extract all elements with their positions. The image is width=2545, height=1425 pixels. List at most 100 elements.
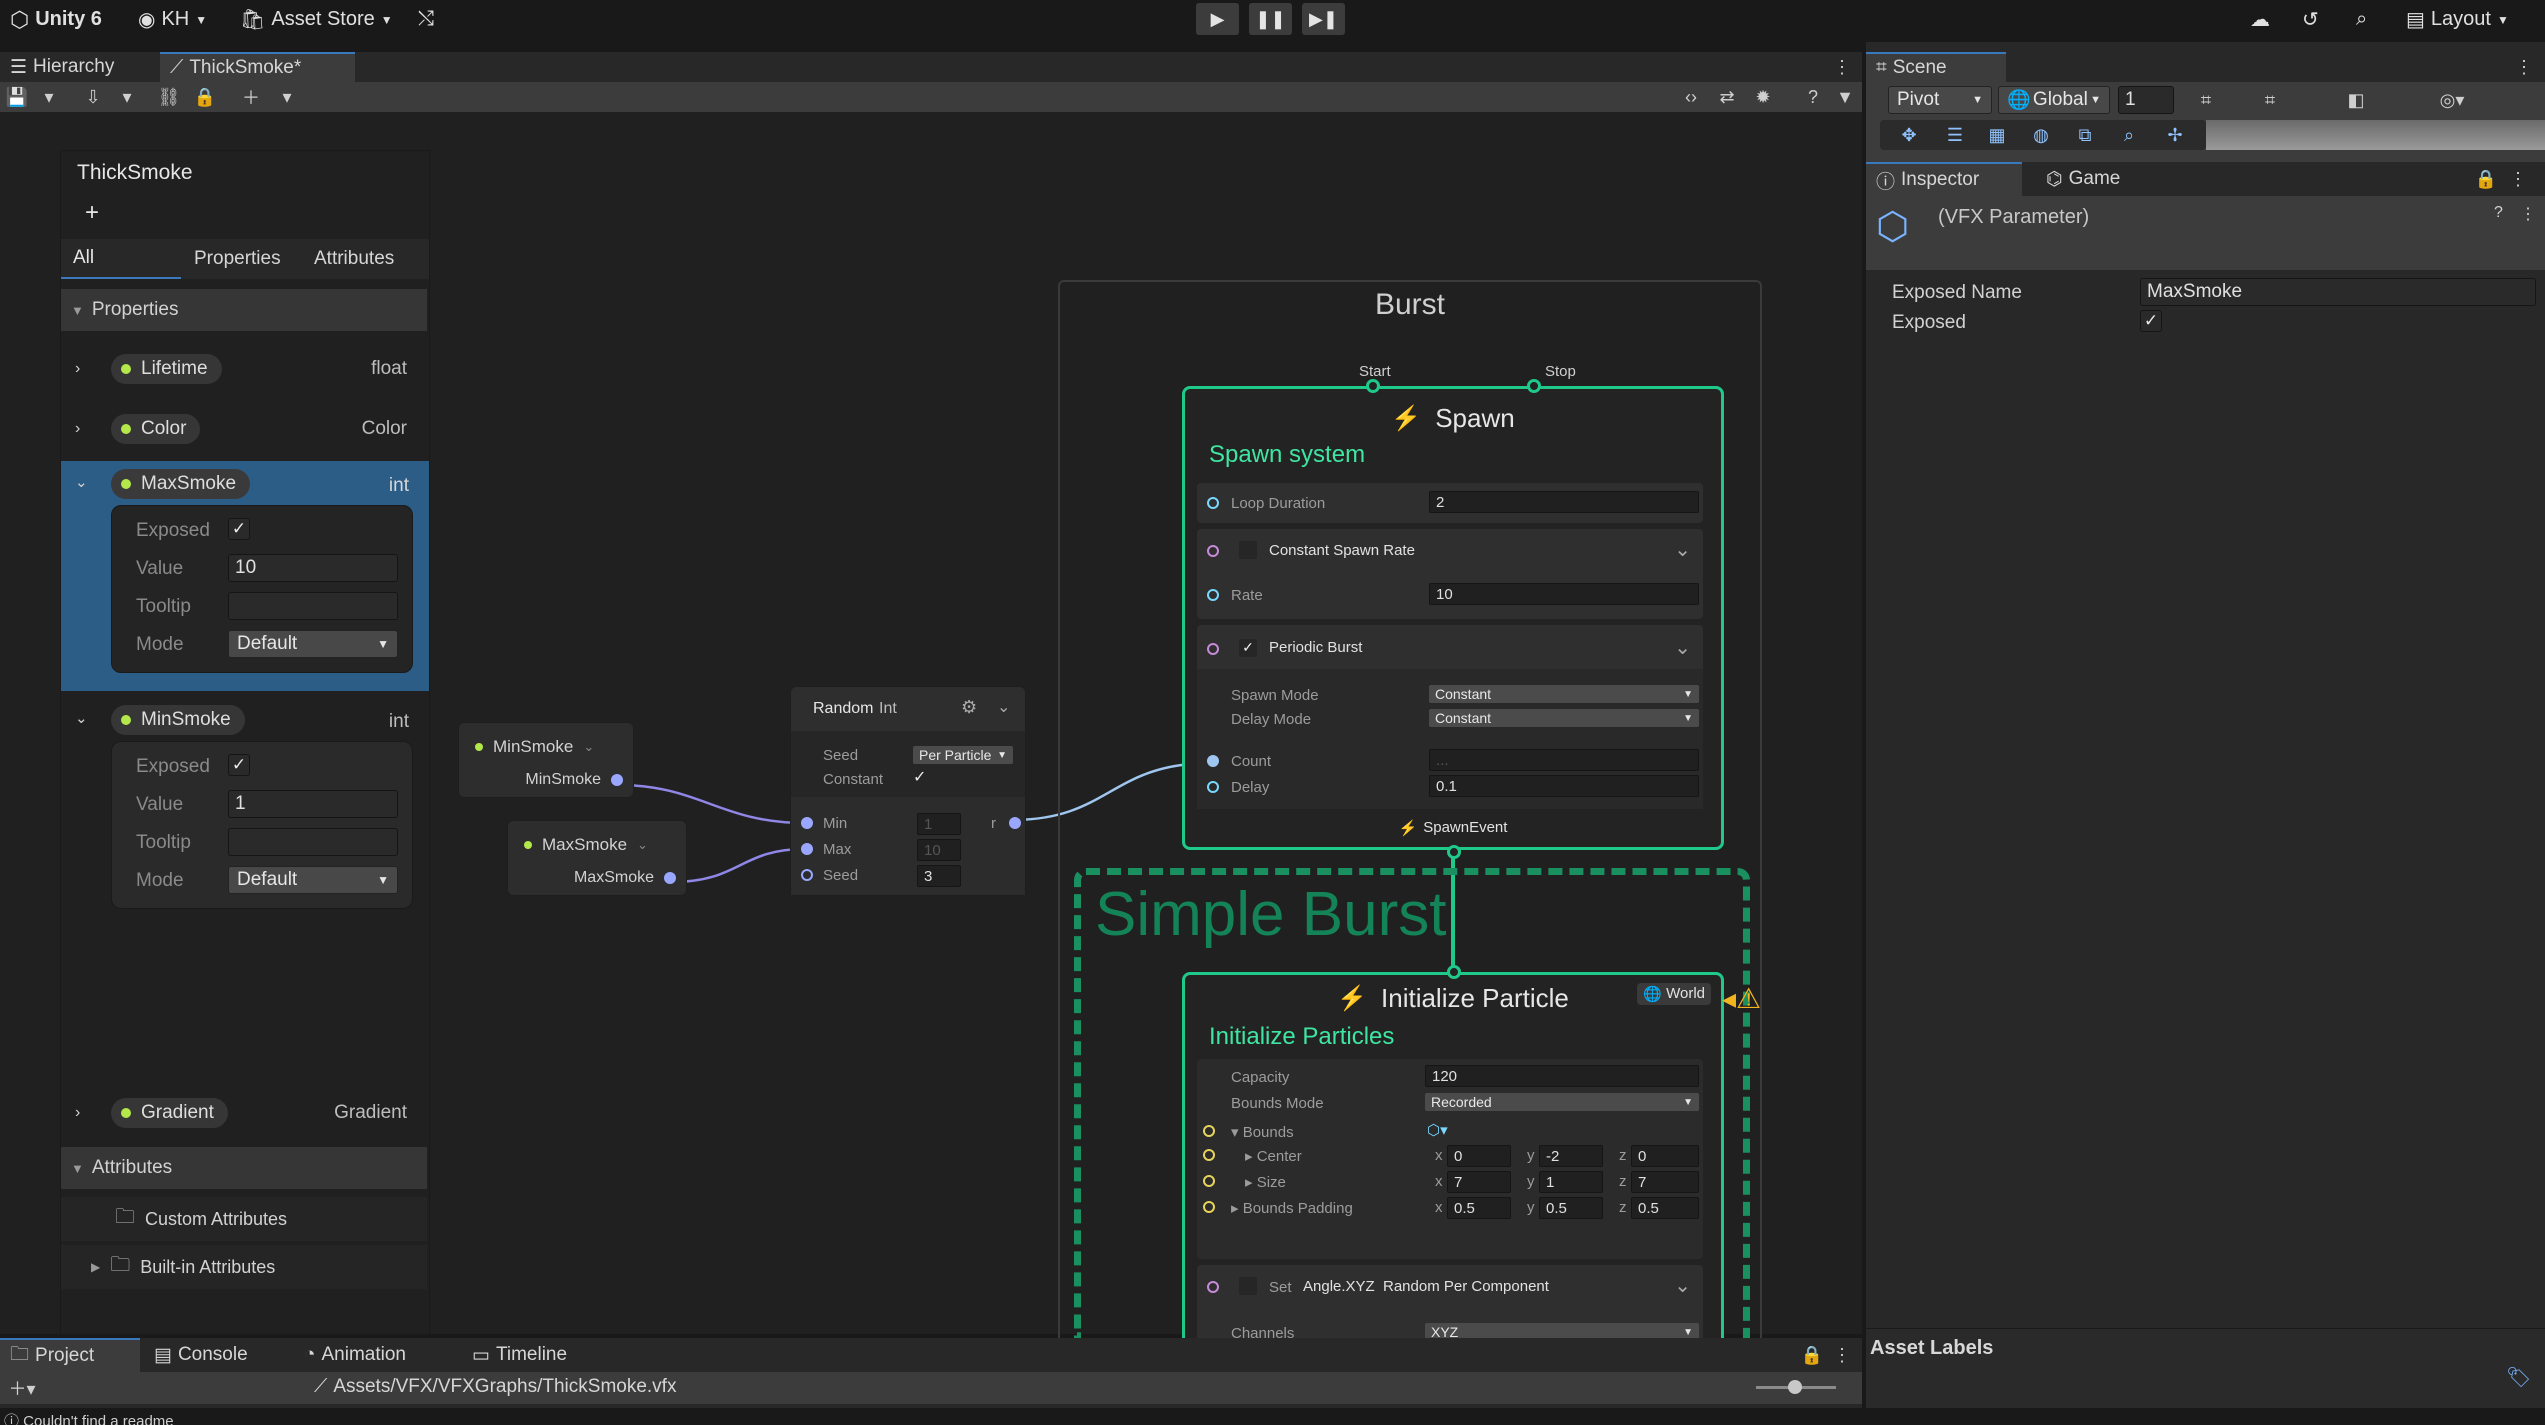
grid-size-input[interactable]: 1 [2118,86,2174,114]
center-port-icon[interactable] [1203,1149,1215,1161]
minsmoke-property-node[interactable]: MinSmoke ⌄ MinSmoke [458,722,634,798]
seed-port-icon[interactable] [801,869,813,881]
scene-view-strip[interactable] [2206,120,2545,150]
view-options-icon[interactable]: ◧ [2342,86,2370,114]
status-message[interactable]: ⓘ Couldn't find a readme [4,1410,174,1425]
center-z-input[interactable]: 0 [1631,1145,1699,1167]
count-input[interactable]: ... [1429,749,1699,771]
spawn-mode-dropdown[interactable]: Constant ▼ [1429,685,1699,703]
global-dropdown[interactable]: 🌐 Global ▼ [1998,86,2110,114]
gizmos-icon[interactable]: ◎▾ [2432,86,2472,114]
center-x-input[interactable]: 0 [1447,1145,1511,1167]
max-input[interactable]: 10 [917,839,961,861]
port-icon[interactable] [1207,781,1219,793]
block-toggle-checkbox[interactable] [1239,1277,1257,1295]
incremental-snap-icon[interactable]: ⌗ [2256,86,2284,114]
cloud-icon[interactable]: ☁ [2250,0,2270,39]
maxsmoke-property-node[interactable]: MaxSmoke ⌄ MaxSmoke [507,820,687,896]
grid-tool-icon[interactable]: ▦ [1984,122,2010,148]
more-options-icon[interactable]: ⋮ [2512,52,2536,82]
align-tool-icon[interactable]: ☰ [1942,122,1968,148]
chevron-down-icon[interactable]: ⌄ [1674,537,1691,562]
grid-snap-icon[interactable]: ⌗ [2192,86,2220,114]
port-icon[interactable] [611,774,623,786]
help-icon[interactable]: ? [2494,204,2503,222]
constant-checkbox[interactable]: ✓ [913,767,926,787]
padding-x-input[interactable]: 0.5 [1447,1197,1511,1219]
lock-icon[interactable]: 🔒 [2474,164,2498,194]
size-z-input[interactable]: 7 [1631,1171,1699,1193]
stop-port-icon[interactable] [1527,379,1541,393]
port-icon[interactable] [1207,643,1219,655]
port-icon[interactable] [664,872,676,884]
search-tool-icon[interactable]: ⌕ [2116,122,2142,148]
pivot-dropdown[interactable]: Pivot ▼ [1888,86,1992,114]
output-port[interactable]: MaxSmoke [574,869,676,887]
size-port-icon[interactable] [1203,1175,1215,1187]
label-tag-icon[interactable]: 🏷 [2506,1365,2531,1390]
rate-input[interactable]: 10 [1429,583,1699,605]
asset-path[interactable]: Assets/VFX/VFXGraphs/ThickSmoke.vfx [333,1376,676,1398]
exposed-checkbox[interactable]: ✓ [2140,310,2162,332]
seed-input[interactable]: 3 [917,865,961,887]
bounds-port-icon[interactable] [1203,1125,1215,1137]
more-options-icon[interactable]: ⋮ [1830,1342,1854,1368]
tab-animation[interactable]: ◔ Animation [294,1338,416,1372]
count-port-icon[interactable] [1207,755,1219,767]
add-asset-icon[interactable]: ＋▾ [4,1374,40,1402]
tab-timeline[interactable]: ▭ Timeline [462,1338,577,1372]
chevron-down-icon[interactable]: ⌄ [1674,1273,1691,1298]
output-port-icon[interactable] [1009,817,1021,829]
bounds-mode-dropdown[interactable]: Recorded ▼ [1425,1093,1699,1111]
padding-port-icon[interactable] [1203,1201,1215,1213]
padding-z-input[interactable]: 0.5 [1631,1197,1699,1219]
sphere-tool-icon[interactable]: ◍ [2028,122,2054,148]
more-options-icon[interactable]: ⋮ [2520,204,2536,224]
size-y-input[interactable]: 1 [1539,1171,1603,1193]
max-port-icon[interactable] [801,843,813,855]
center-y-input[interactable]: -2 [1539,1145,1603,1167]
spawn-context[interactable]: ⚡ Spawn Spawn system Loop Duration 2 Con… [1182,379,1724,859]
block-toggle-checkbox[interactable]: ✓ [1239,639,1257,657]
layout-dropdown[interactable]: ▤ Layout ▼ [2406,0,2509,39]
loop-duration-input[interactable]: 2 [1429,491,1699,513]
random-int-node[interactable]: Random Int ⚙ ⌄ Seed Per Particle ▼ Consta… [790,686,1026,896]
lock-icon[interactable]: 🔒 [1800,1342,1824,1368]
port-icon[interactable] [1207,545,1219,557]
periodic-burst-block[interactable]: ✓ Periodic Burst ⌄ Spawn Mode Constant ▼ … [1197,625,1703,809]
port-icon[interactable] [1207,589,1219,601]
space-toggle[interactable]: 🌐 World [1637,983,1711,1005]
tab-project[interactable]: 🗀 Project [0,1338,140,1372]
gear-icon[interactable]: ⚙ [961,697,977,718]
transform-tool-icon[interactable]: ✢ [2162,122,2188,148]
exposed-name-input[interactable]: MaxSmoke [2140,278,2536,306]
seed-mode-dropdown[interactable]: Per Particle ▼ [913,746,1013,764]
min-port-icon[interactable] [801,817,813,829]
delay-mode-dropdown[interactable]: Constant ▼ [1429,709,1699,727]
warning-icon[interactable]: ◂⚠ [1722,982,1761,1015]
delay-input[interactable]: 0.1 [1429,775,1699,797]
layers-tool-icon[interactable]: ⧉ [2072,122,2098,148]
constant-spawn-rate-block[interactable]: Constant Spawn Rate ⌄ Rate 10 [1197,529,1703,619]
block-toggle-checkbox[interactable] [1239,541,1257,559]
port-icon[interactable] [1207,497,1219,509]
initialize-context[interactable]: ⚡ Initialize Particle 🌐 World Initialize … [1182,965,1724,1355]
bounds-gizmo-icon[interactable]: ⬡▾ [1427,1121,1448,1139]
event-input-port-icon[interactable] [1447,965,1461,979]
zoom-slider-handle[interactable] [1788,1380,1802,1394]
min-input[interactable]: 1 [917,813,961,835]
port-icon[interactable] [1207,1281,1219,1293]
size-x-input[interactable]: 7 [1447,1171,1511,1193]
more-options-icon[interactable]: ⋮ [2506,164,2530,194]
tab-scene[interactable]: ⌗ Scene [1866,52,2006,82]
chevron-down-icon[interactable]: ⌄ [997,697,1010,717]
history-icon[interactable]: ↺ [2302,0,2319,39]
padding-y-input[interactable]: 0.5 [1539,1197,1603,1219]
tab-game[interactable]: ⌬ Game [2036,162,2130,196]
output-port[interactable]: MinSmoke [525,771,623,789]
tab-console[interactable]: ▤ Console [144,1338,258,1372]
chevron-down-icon[interactable]: ⌄ [1674,635,1691,660]
event-port-icon[interactable] [1447,845,1461,859]
start-port-icon[interactable] [1366,379,1380,393]
move-tool-icon[interactable]: ✥ [1896,122,1922,148]
